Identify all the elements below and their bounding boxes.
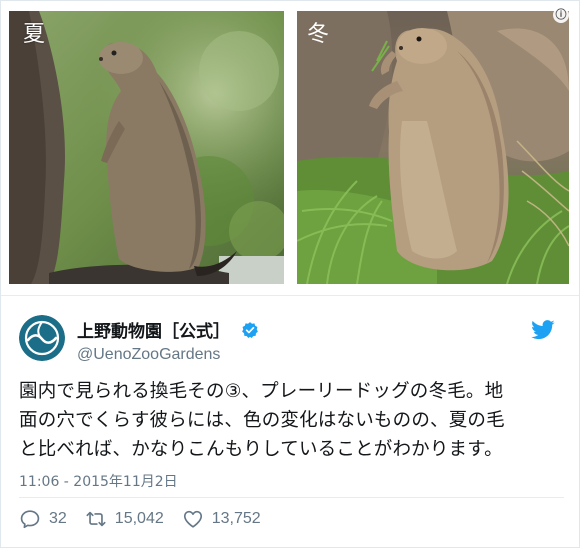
reply-count: 32 — [49, 510, 67, 527]
avatar[interactable] — [19, 315, 65, 361]
tweet-text-line: 面の穴でくらす彼らには、色の変化はないものの、夏の毛 — [19, 410, 505, 431]
season-label-summer: 夏 — [23, 22, 45, 47]
prairie-dog-winter-image: 冬 — [297, 11, 569, 284]
photo-summer[interactable]: 夏 — [9, 11, 284, 284]
like-count: 13,752 — [211, 510, 261, 527]
tweet-text-line: と比べれば、かなりこんもりしていることがわかります。 — [19, 439, 503, 460]
like-button[interactable]: 13,752 — [182, 508, 261, 530]
season-label-winter: 冬 — [307, 22, 329, 47]
ueno-zoo-logo-icon — [19, 315, 65, 361]
author-block[interactable]: 上野動物園［公式］ @UenoZooGardens — [77, 317, 259, 364]
reply-button[interactable]: 32 — [19, 508, 67, 530]
divider — [1, 295, 579, 296]
tweet-text-line: 園内で見られる換毛その③、プレーリードッグの冬毛。地 — [19, 381, 504, 402]
photo-grid: 夏 冬 ⓘ — [1, 1, 579, 291]
tweet-text: 園内で見られる換毛その③、プレーリードッグの冬毛。地 面の穴でくらす彼らには、色… — [19, 377, 564, 464]
retweet-count: 15,042 — [114, 510, 164, 527]
reply-icon — [20, 510, 40, 529]
action-bar: 32 15,042 13,752 — [19, 507, 279, 531]
tweet-card: 夏 冬 ⓘ 上野動物園［公式］ @UenoZooGardens 園内で見られる換… — [0, 0, 580, 548]
divider — [19, 497, 564, 498]
twitter-bird-icon[interactable] — [531, 319, 555, 341]
verified-badge-icon — [242, 321, 258, 338]
info-icon[interactable]: ⓘ — [553, 7, 569, 23]
heart-icon — [183, 510, 202, 528]
retweet-button[interactable]: 15,042 — [85, 508, 164, 530]
photo-winter[interactable]: 冬 — [297, 11, 569, 284]
retweet-icon — [86, 511, 106, 527]
user-handle[interactable]: @UenoZooGardens — [77, 346, 259, 364]
display-name[interactable]: 上野動物園［公式］ — [77, 317, 230, 342]
timestamp[interactable]: 11:06 - 2015年11月2日 — [19, 471, 178, 491]
prairie-dog-summer-image: 夏 — [9, 11, 284, 284]
